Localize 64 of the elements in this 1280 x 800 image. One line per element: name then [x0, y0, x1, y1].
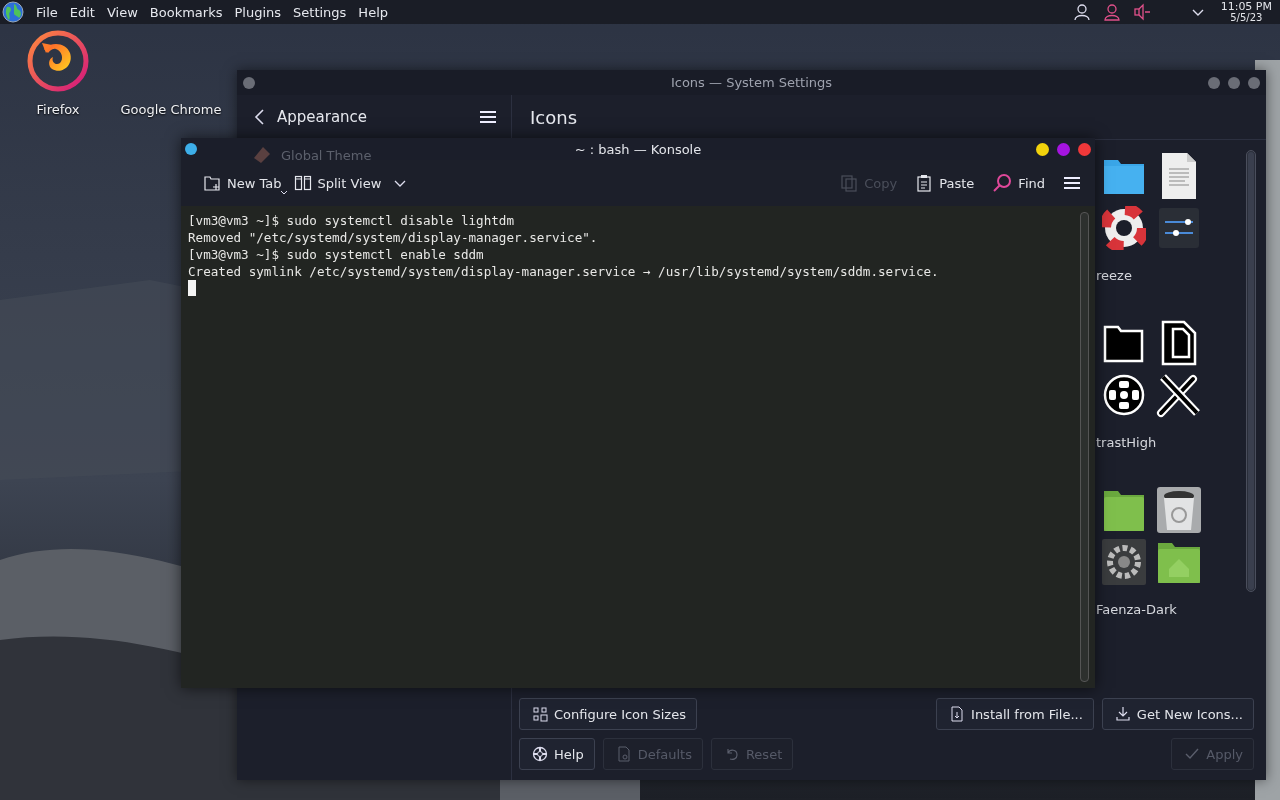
- theme-name[interactable]: reeze: [1096, 268, 1206, 283]
- menu-icon[interactable]: [479, 110, 497, 124]
- text-cursor: [188, 280, 196, 296]
- menu-item[interactable]: Plugins: [230, 4, 290, 20]
- get-new-button[interactable]: Get New Icons...: [1101, 698, 1254, 730]
- menu-item[interactable]: Bookmarks: [145, 4, 231, 20]
- help-button[interactable]: Help: [519, 738, 595, 770]
- terminal-line: Created symlink /etc/systemd/system/display-manager.service → /usr/lib/systemd/system/sddm.service.: [188, 263, 940, 280]
- paste-button[interactable]: Paste: [911, 170, 979, 196]
- globe-icon[interactable]: [2, 1, 24, 23]
- download-icon: [1114, 706, 1131, 722]
- minimize-button[interactable]: [1036, 142, 1049, 156]
- clock-time[interactable]: 11:05 PM: [1220, 1, 1272, 12]
- install-button[interactable]: Install from File...: [936, 698, 1094, 730]
- split-view-button[interactable]: Split View: [289, 170, 386, 196]
- back-icon[interactable]: [253, 108, 267, 126]
- lifebuoy-icon: [532, 746, 548, 762]
- window-title: ~ : bash — Konsole: [574, 141, 702, 157]
- sidebar-header: Appearance: [277, 108, 368, 126]
- terminal-line: [vm3@vm3 ~]$ sudo systemctl enable sddm: [188, 246, 485, 263]
- window-menu-button[interactable]: [243, 76, 255, 89]
- configure-button[interactable]: Configure Icon Sizes: [519, 698, 697, 730]
- page-title: Icons: [530, 106, 577, 128]
- gear-icon: [1101, 538, 1147, 586]
- window-menu-button[interactable]: [185, 143, 197, 155]
- copy-icon: [840, 174, 859, 192]
- split-view-icon: [293, 174, 312, 192]
- close-button[interactable]: [1248, 76, 1260, 89]
- new-tab-icon: [203, 174, 221, 192]
- search-icon: [992, 173, 1013, 193]
- maximize-button[interactable]: [1057, 142, 1070, 156]
- window-title: Icons — System Settings: [670, 75, 833, 90]
- user-icon[interactable]: [1072, 3, 1091, 21]
- sliders-icon: [1157, 206, 1201, 250]
- theme-name[interactable]: trastHigh: [1096, 435, 1206, 450]
- menu-item[interactable]: Help: [354, 4, 396, 20]
- close-button[interactable]: [1078, 142, 1091, 156]
- find-button[interactable]: Find: [988, 169, 1049, 197]
- maximize-button[interactable]: [1228, 76, 1240, 89]
- menu-icon[interactable]: [1063, 176, 1081, 190]
- document-icon: [1159, 151, 1199, 201]
- terminal-line: [vm3@vm3 ~]$ sudo systemctl disable lightdm: [188, 212, 516, 229]
- menu-item[interactable]: Settings: [289, 4, 355, 20]
- menu-item[interactable]: View: [102, 4, 146, 20]
- document-icon: [949, 706, 966, 722]
- desktop-icon-label[interactable]: Firefox: [36, 102, 80, 117]
- desktop-icon-label[interactable]: Google Chrome: [120, 102, 222, 117]
- theme-name[interactable]: Faenza-Dark: [1096, 602, 1206, 617]
- menu-item[interactable]: File: [32, 4, 66, 20]
- clipboard-icon: [915, 174, 934, 192]
- menu-item[interactable]: Edit: [65, 4, 103, 20]
- speaker-muted-icon[interactable]: [1132, 3, 1151, 21]
- grid-icon: [532, 706, 548, 722]
- scrollbar[interactable]: [1080, 212, 1089, 682]
- document-icon: [615, 746, 632, 762]
- terminal-line: Removed "/etc/systemd/system/display-manager.service".: [188, 229, 599, 246]
- clock-date[interactable]: 5/5/23: [1230, 12, 1263, 23]
- checkmark-icon: [1184, 746, 1201, 762]
- document-icon: [1159, 319, 1199, 367]
- lifebuoy-icon: [1102, 206, 1146, 250]
- trash-icon: [1156, 486, 1202, 534]
- lifebuoy-icon: [1102, 373, 1146, 417]
- firefox-icon[interactable]: [26, 29, 90, 93]
- new-tab-button[interactable]: New Tab: [199, 170, 286, 196]
